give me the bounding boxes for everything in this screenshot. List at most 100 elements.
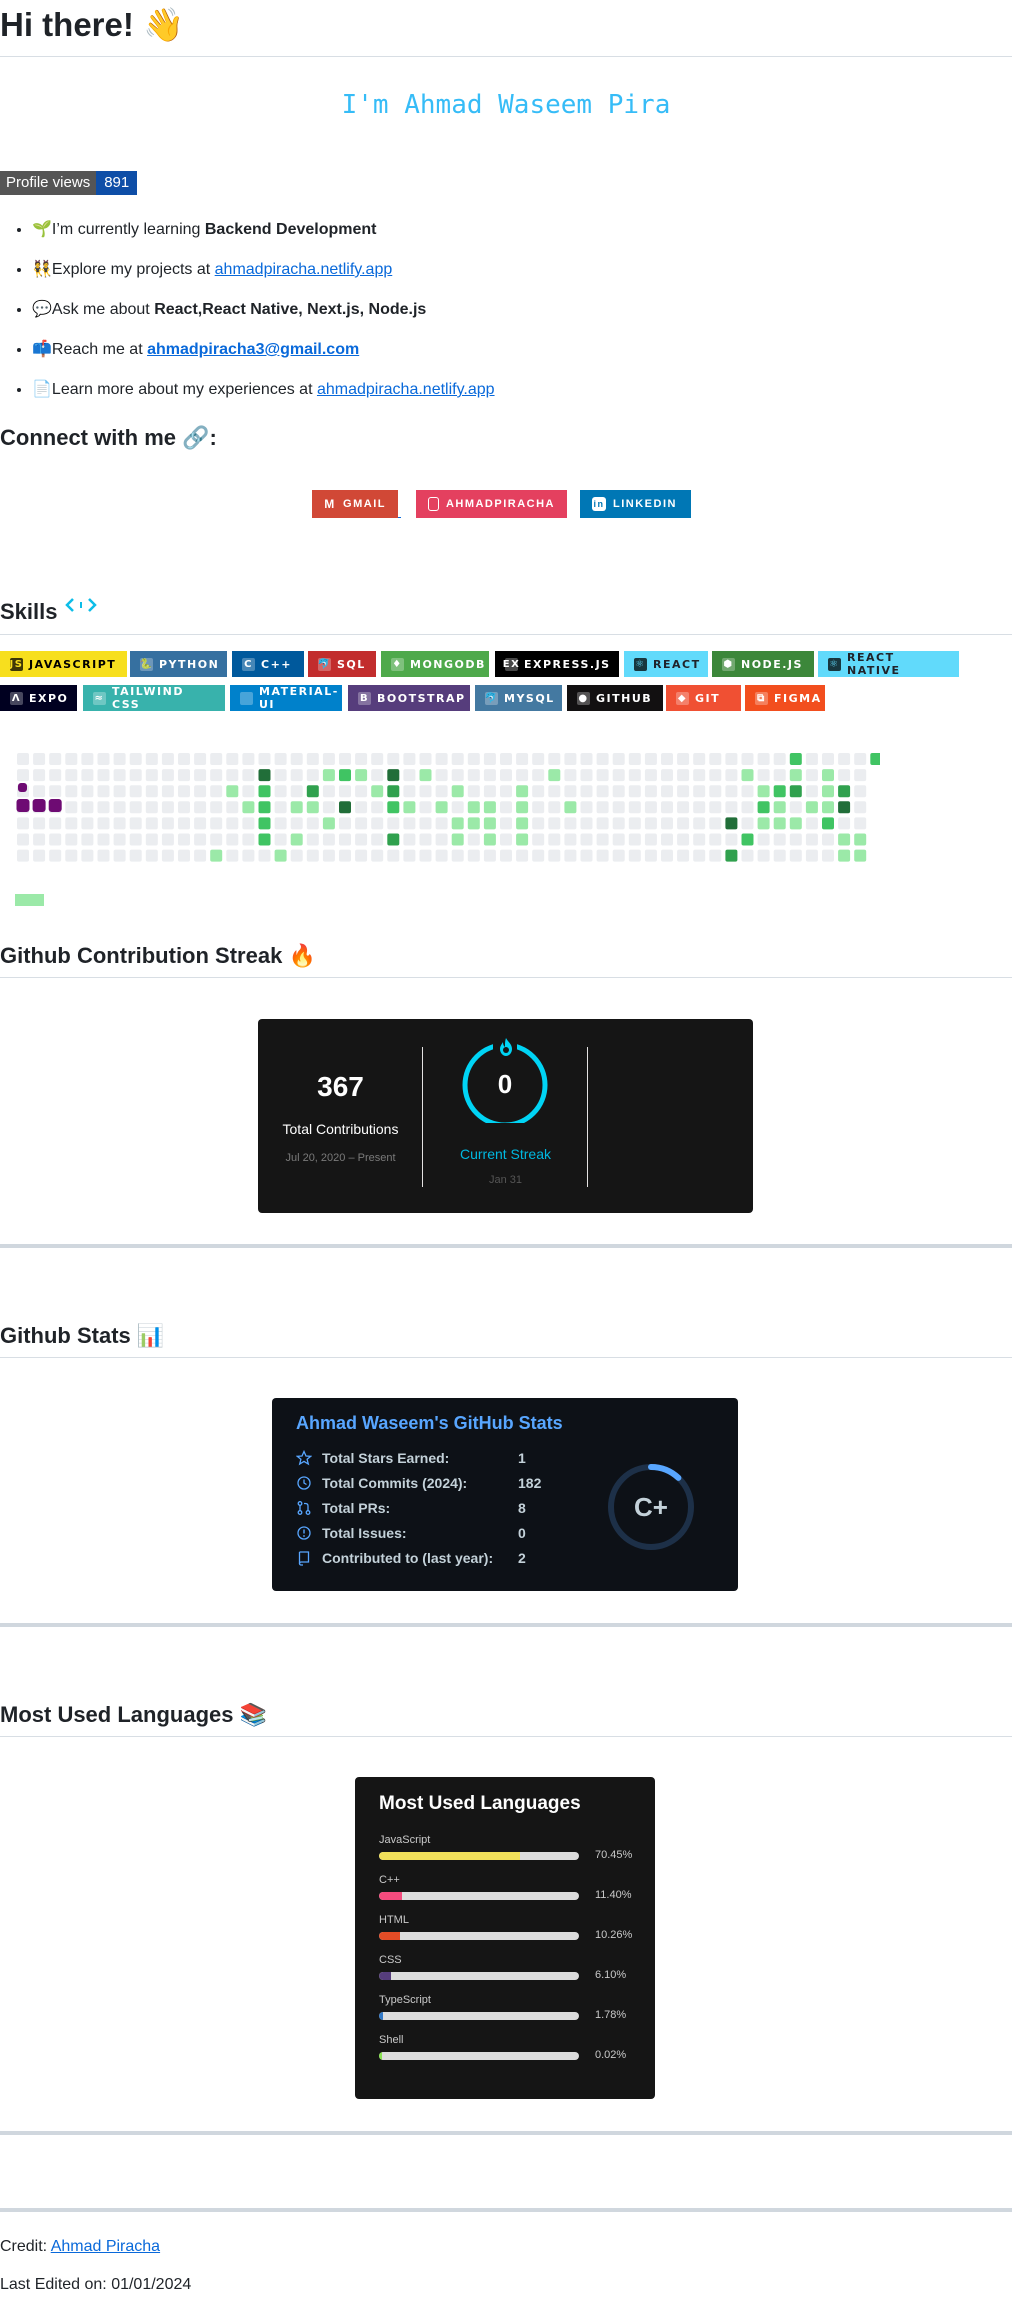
contribution-cell	[290, 817, 303, 830]
contribution-cell	[548, 801, 561, 814]
link-underline	[398, 517, 401, 518]
contribution-cell	[49, 833, 62, 846]
skill-badge-express-js[interactable]: ex EXPRESS.JS	[495, 651, 619, 677]
contribution-cell	[483, 753, 496, 765]
contribution-cell	[274, 769, 287, 782]
language-percent: 70.45%	[595, 1849, 633, 1861]
skill-badge-python[interactable]: 🐍 PYTHON	[130, 651, 227, 677]
stat-row: Total Commits (2024): 182	[296, 1472, 541, 1494]
contribution-cell	[210, 801, 223, 814]
contribution-cell	[532, 769, 545, 782]
contribution-cell	[612, 769, 625, 782]
contribution-cell	[612, 833, 625, 846]
rank-progress-arc	[648, 1464, 682, 1481]
contribution-cell	[644, 833, 657, 846]
contribution-cell	[81, 801, 94, 814]
skill-badge-github[interactable]: ● GITHUB	[567, 685, 663, 711]
contribution-cell	[97, 817, 110, 830]
total-contributions-value: 367	[317, 1071, 364, 1102]
contribution-cell	[805, 801, 818, 814]
contribution-cell	[403, 833, 416, 846]
bootstrap-icon: B	[358, 691, 371, 705]
code-brackets-icon	[64, 598, 97, 612]
rank-label: C+	[634, 1492, 668, 1522]
contribution-cell	[17, 833, 29, 846]
contribution-cell	[789, 849, 802, 862]
skill-badge-react-native[interactable]: ⚛ REACT NATIVE	[818, 651, 959, 677]
contribution-cell	[693, 769, 706, 782]
skill-badge-expo[interactable]: Λ EXPO	[0, 685, 77, 711]
contribution-cell	[306, 801, 319, 814]
skill-badge-label: EXPRESS.JS	[524, 657, 611, 671]
contribution-cell	[596, 769, 609, 782]
contribution-cell	[274, 801, 287, 814]
contribution-cell	[274, 817, 287, 830]
contribution-cell	[258, 849, 271, 862]
linkedin-badge-link[interactable]: in LINKEDIN	[580, 490, 691, 518]
about-item-projects: 👯Explore my projects at ahmadpiracha.net…	[32, 252, 495, 292]
contribution-cell	[757, 769, 770, 782]
contribution-cell	[290, 801, 303, 814]
about-item-ask: 💬Ask me about React,React Native, Next.j…	[32, 292, 495, 332]
language-progress-fill	[379, 2052, 382, 2060]
contribution-cell	[661, 833, 673, 846]
contribution-cell	[564, 769, 577, 782]
contribution-cell	[467, 769, 480, 782]
skill-badge-figma[interactable]: ⧉ FIGMA	[745, 685, 825, 711]
github-stats-card: Ahmad Waseem's GitHub Stats Total Stars …	[272, 1398, 738, 1591]
connect-heading-colon: :	[209, 425, 217, 450]
contribution-cell	[661, 849, 673, 862]
contribution-cell	[500, 833, 512, 846]
contribution-cell	[178, 769, 190, 782]
skill-badge-tailwind-css[interactable]: ≈ TAILWIND CSS	[83, 685, 225, 711]
contribution-cell	[757, 833, 770, 846]
skill-badge-javascript[interactable]: JS JAVASCRIPT	[0, 651, 127, 677]
email-link[interactable]: ahmadpiracha3@gmail.com	[147, 341, 359, 358]
contribution-cell	[483, 785, 496, 798]
contribution-cell	[339, 849, 351, 862]
figma-icon: ⧉	[755, 691, 768, 705]
contribution-cell	[435, 801, 448, 814]
language-name: TypeScript	[379, 1994, 431, 2006]
contribution-cell	[677, 753, 690, 765]
instagram-badge-link[interactable]: AHMADPIRACHA	[416, 490, 567, 518]
stat-value: 0	[518, 1525, 526, 1541]
contribution-cell	[500, 801, 512, 814]
contribution-cell	[81, 769, 94, 782]
about-list: 🌱I’m currently learning Backend Developm…	[0, 212, 495, 412]
contribution-cell	[789, 753, 802, 765]
contribution-cell	[129, 849, 142, 862]
contribution-cell	[403, 849, 416, 862]
skill-badge-git[interactable]: ◆ GIT	[666, 685, 741, 711]
tailwind-icon: ≈	[93, 691, 106, 705]
contribution-cell	[500, 769, 512, 782]
skill-badge-mongodb[interactable]: ♦ MONGODB	[381, 651, 489, 677]
credit-link[interactable]: Ahmad Piracha	[51, 2238, 160, 2255]
skill-badge-react[interactable]: ⚛ REACT	[624, 651, 708, 677]
contribution-cell	[226, 801, 239, 814]
skill-badge-sql[interactable]: 🐬 SQL	[308, 651, 376, 677]
stats-card-title: Ahmad Waseem's GitHub Stats	[296, 1413, 563, 1433]
skill-badge-material-ui[interactable]: MATERIAL-UI	[230, 685, 342, 711]
contribution-cell	[419, 753, 432, 765]
about-text: Learn more about my experiences at	[51, 381, 317, 398]
contribution-cell	[129, 769, 142, 782]
contribution-cell	[838, 817, 851, 830]
skill-badge-bootstrap[interactable]: B BOOTSTRAP	[348, 685, 470, 711]
contribution-cell	[532, 833, 545, 846]
language-progress-fill	[379, 1852, 520, 1860]
gmail-badge-link[interactable]: M GMAIL	[312, 490, 398, 518]
contribution-cell	[258, 769, 271, 782]
contribution-cell	[677, 801, 690, 814]
projects-link[interactable]: ahmadpiracha.netlify.app	[215, 261, 393, 278]
experience-link[interactable]: ahmadpiracha.netlify.app	[317, 381, 495, 398]
skill-badge-c[interactable]: C C++	[232, 651, 304, 677]
contribution-cell	[339, 753, 351, 765]
skill-badge-node-js[interactable]: ⬢ NODE.JS	[712, 651, 814, 677]
contribution-cell	[693, 833, 706, 846]
skill-badge-mysql[interactable]: 🐬 MYSQL	[475, 685, 562, 711]
contribution-cell	[693, 817, 706, 830]
contribution-cell	[161, 817, 174, 830]
language-progress-fill	[379, 1892, 402, 1900]
speech-bubble-emoji: 💬	[32, 301, 52, 318]
